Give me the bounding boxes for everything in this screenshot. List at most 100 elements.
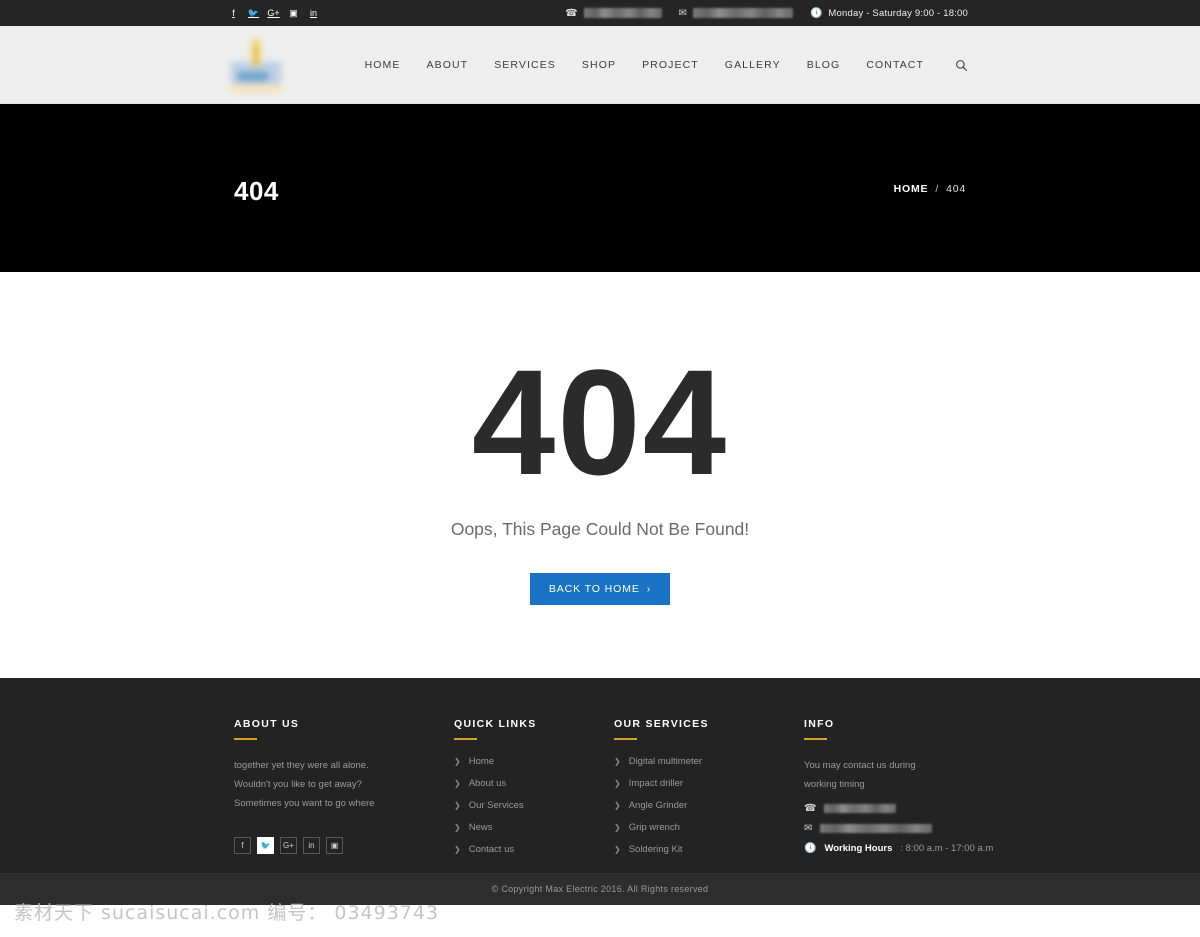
chevron-right-icon: ❯	[614, 845, 621, 854]
site-logo[interactable]	[228, 37, 284, 95]
twitter-icon[interactable]: 🐦	[248, 8, 259, 19]
topbar-phone-value	[583, 8, 662, 18]
instagram-icon[interactable]: ▣	[326, 837, 343, 854]
footer-info-line-1: You may contact us during	[804, 760, 916, 771]
quicklink-our-services[interactable]: Our Services	[469, 800, 524, 811]
nav-item-gallery[interactable]: GALLERY	[725, 59, 781, 71]
footer-about-line-2: Wouldn't you like to get away?	[234, 779, 362, 790]
footer-info-heading: INFO	[804, 718, 835, 730]
topbar-email-value	[692, 8, 793, 18]
main-navigation: HOME ABOUT SERVICES SHOP PROJECT GALLERY…	[365, 26, 968, 104]
error-code: 404	[471, 338, 729, 506]
list-item[interactable]: ❯ Digital multimeter	[614, 756, 804, 767]
footer-phone[interactable]: ☎	[804, 803, 1004, 814]
list-item[interactable]: ❯ Soldering Kit	[614, 844, 804, 855]
footer-email-value	[820, 824, 933, 833]
twitter-icon[interactable]: 🐦	[257, 837, 274, 854]
footer-services-list: ❯ Digital multimeter ❯ Impact driller ❯ Ang…	[614, 756, 804, 855]
footer-info-underline	[804, 738, 827, 740]
nav-item-home[interactable]: HOME	[365, 59, 401, 71]
phone-icon: ☎	[565, 7, 578, 19]
service-grip-wrench[interactable]: Grip wrench	[629, 822, 680, 833]
topbar-hours-text: Monday - Saturday 9:00 - 18:00	[828, 7, 968, 19]
top-bar: f 🐦 G+ ▣ in ☎ ✉ 🕔 Monday - Saturday 9:00…	[0, 0, 1200, 26]
error-message: Oops, This Page Could Not Be Found!	[450, 519, 750, 539]
nav-item-shop[interactable]: SHOP	[582, 59, 616, 71]
breadcrumb: HOME / 404	[894, 183, 966, 195]
footer-social-links: f 🐦 G+ in ▣	[234, 837, 454, 854]
error-content: 404 Oops, This Page Could Not Be Found! …	[0, 272, 1200, 678]
footer-quicklinks-list: ❯ Home ❯ About us ❯ Our Services ❯ News ❯ Con…	[454, 756, 614, 855]
chevron-right-icon: ❯	[614, 801, 621, 810]
list-item[interactable]: ❯ Contact us	[454, 844, 614, 855]
linkedin-icon[interactable]: in	[303, 837, 320, 854]
footer-phone-value	[824, 804, 897, 813]
quicklink-contact-us[interactable]: Contact us	[469, 844, 514, 855]
footer-services-heading: OUR SERVICES	[614, 718, 709, 730]
google-plus-icon[interactable]: G+	[280, 837, 297, 854]
quicklink-news[interactable]: News	[469, 822, 493, 833]
topbar-phone[interactable]: ☎	[565, 7, 662, 19]
footer-working-hours-value: : 8:00 a.m - 17:00 a.m	[900, 843, 994, 854]
chevron-right-icon: ❯	[614, 823, 621, 832]
nav-item-project[interactable]: PROJECT	[642, 59, 699, 71]
site-footer: ABOUT US together yet they were all alon…	[0, 678, 1200, 905]
breadcrumb-current: 404	[946, 183, 966, 195]
chevron-right-icon: ❯	[454, 757, 461, 766]
footer-about-line-1: together yet they were all alone.	[234, 760, 369, 771]
back-to-home-button[interactable]: BACK TO HOME ›	[529, 573, 671, 605]
list-item[interactable]: ❯ Home	[454, 756, 614, 767]
chevron-right-icon: ❯	[454, 823, 461, 832]
footer-quicklinks-column: QUICK LINKS ❯ Home ❯ About us ❯ Our Service…	[454, 718, 614, 866]
chevron-right-icon: ❯	[454, 801, 461, 810]
chevron-right-icon: ❯	[614, 757, 621, 766]
breadcrumb-home[interactable]: HOME	[894, 183, 929, 195]
footer-about-heading: ABOUT US	[234, 718, 300, 730]
footer-columns: ABOUT US together yet they were all alon…	[234, 718, 1070, 866]
nav-item-about[interactable]: ABOUT	[427, 59, 469, 71]
footer-about-column: ABOUT US together yet they were all alon…	[234, 718, 454, 866]
clock-icon: 🕔	[809, 7, 823, 19]
list-item[interactable]: ❯ Impact driller	[614, 778, 804, 789]
list-item[interactable]: ❯ Our Services	[454, 800, 614, 811]
chevron-right-icon: ›	[646, 583, 652, 595]
linkedin-icon[interactable]: in	[308, 8, 319, 19]
list-item[interactable]: ❯ About us	[454, 778, 614, 789]
clock-icon: 🕔	[804, 843, 817, 854]
back-to-home-label: BACK TO HOME	[548, 583, 640, 595]
footer-info-column: INFO You may contact us during working t…	[804, 718, 1004, 866]
facebook-icon[interactable]: f	[228, 8, 239, 19]
footer-working-hours: 🕔 Working Hours : 8:00 a.m - 17:00 a.m	[804, 843, 1004, 854]
copyright-bar: © Copyright Max Electric 2016. All Right…	[0, 873, 1200, 905]
list-item[interactable]: ❯ Grip wrench	[614, 822, 804, 833]
footer-email[interactable]: ✉	[804, 823, 1004, 834]
search-icon[interactable]	[955, 59, 968, 72]
service-soldering-kit[interactable]: Soldering Kit	[629, 844, 683, 855]
topbar-email[interactable]: ✉	[679, 8, 793, 19]
nav-item-blog[interactable]: BLOG	[807, 59, 841, 71]
nav-item-services[interactable]: SERVICES	[494, 59, 556, 71]
envelope-icon: ✉	[678, 7, 687, 19]
list-item[interactable]: ❯ News	[454, 822, 614, 833]
topbar-working-hours: 🕔 Monday - Saturday 9:00 - 18:00	[810, 8, 968, 19]
service-angle-grinder[interactable]: Angle Grinder	[629, 800, 688, 811]
nav-item-contact[interactable]: CONTACT	[866, 59, 924, 71]
service-impact-driller[interactable]: Impact driller	[629, 778, 683, 789]
page-root: f 🐦 G+ ▣ in ☎ ✉ 🕔 Monday - Saturday 9:00…	[0, 0, 1200, 937]
envelope-icon: ✉	[804, 823, 813, 834]
service-digital-multimeter[interactable]: Digital multimeter	[629, 756, 702, 767]
list-item[interactable]: ❯ Angle Grinder	[614, 800, 804, 811]
footer-working-hours-label: Working Hours	[824, 843, 893, 854]
quicklink-home[interactable]: Home	[469, 756, 494, 767]
page-title: 404	[234, 176, 279, 206]
footer-services-underline	[614, 738, 637, 740]
instagram-icon[interactable]: ▣	[288, 8, 299, 19]
facebook-icon[interactable]: f	[234, 837, 251, 854]
footer-about-line-3: Sometimes you want to go where	[234, 798, 375, 809]
quicklink-about-us[interactable]: About us	[469, 778, 507, 789]
copyright-text: © Copyright Max Electric 2016. All Right…	[491, 884, 709, 894]
footer-info-line-2: working timing	[804, 779, 865, 790]
footer-about-underline	[234, 738, 257, 740]
google-plus-icon[interactable]: G+	[267, 8, 279, 19]
logo-shape-band	[238, 72, 268, 81]
